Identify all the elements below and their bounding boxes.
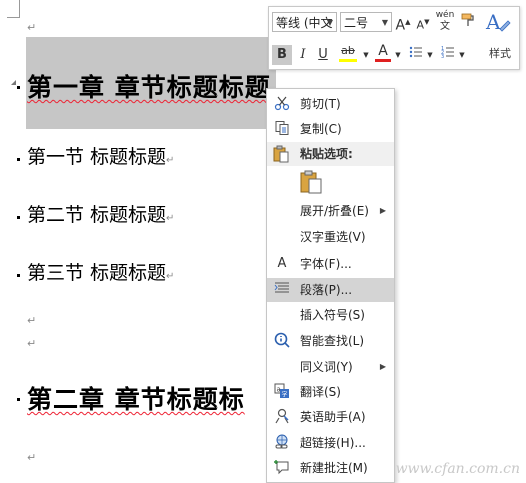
font-color-button[interactable]: A xyxy=(373,43,393,63)
paragraph-icon xyxy=(273,281,291,299)
heading-bullet xyxy=(17,216,20,219)
chapter2-heading[interactable]: 第二章 章节标题标 xyxy=(27,380,245,416)
heading-bullet xyxy=(17,86,20,89)
menu-item-hyperlink[interactable]: 超链接(H)... xyxy=(267,431,394,455)
chapter1-heading[interactable]: 第一章 章节标题标题 xyxy=(27,68,271,104)
copy-icon xyxy=(273,120,291,138)
menu-item-new-comment[interactable]: 新建批注(M) xyxy=(267,456,394,480)
styles-button[interactable]: A xyxy=(482,9,514,43)
styles-icon: A xyxy=(485,10,511,34)
paragraph-mark: ↵ xyxy=(27,337,37,350)
svg-text:3: 3 xyxy=(441,54,444,59)
heading-bullet xyxy=(17,274,20,277)
svg-text:A: A xyxy=(485,10,501,34)
watermark: www.cfan.com.cn xyxy=(395,461,520,477)
underline-button[interactable]: U xyxy=(314,45,332,65)
chevron-down-icon[interactable]: ▼ xyxy=(393,45,403,65)
chevron-down-icon[interactable]: ▼ xyxy=(457,45,467,65)
menu-item-smart-lookup[interactable]: 智能查找(L) xyxy=(267,329,394,353)
hyperlink-icon xyxy=(273,434,291,452)
heading-bullet xyxy=(17,398,20,401)
section1-heading[interactable]: 第一节 标题标题↵ xyxy=(27,142,174,169)
font-icon: A xyxy=(277,256,287,271)
font-name-combo[interactable]: 等线 (中文 ▼ xyxy=(272,12,337,32)
font-color-bar xyxy=(375,59,391,62)
menu-item-english-assistant[interactable]: 英语助手(A) xyxy=(267,405,394,429)
mini-toolbar: 等线 (中文 ▼ 二号 ▼ A▲ A▼ wén 文 A 样式 B I U ab ▼ A… xyxy=(268,6,520,70)
section2-heading[interactable]: 第二节 标题标题↵ xyxy=(27,200,174,227)
smart-lookup-icon xyxy=(273,332,291,350)
section3-heading[interactable]: 第三节 标题标题↵ xyxy=(27,258,174,285)
chevron-down-icon[interactable]: ▼ xyxy=(425,45,435,65)
collapse-triangle-icon[interactable] xyxy=(11,80,16,85)
submenu-arrow-icon: ▶ xyxy=(379,206,386,215)
translate-icon: a字 xyxy=(273,383,291,401)
clipboard-icon xyxy=(300,170,322,194)
paragraph-mark: ↵ xyxy=(27,451,37,464)
bullets-icon[interactable] xyxy=(407,45,425,65)
menu-item-expand-collapse[interactable]: 展开/折叠(E) ▶ xyxy=(267,199,394,223)
font-size-combo[interactable]: 二号 ▼ xyxy=(340,12,392,32)
context-menu: 剪切(T) 复制(C) 粘贴选项: 展开/折叠(E) ▶ 汉字重选(V) A 字… xyxy=(266,88,395,483)
numbering-icon[interactable]: 123 xyxy=(439,45,457,65)
heading-bullet xyxy=(17,158,20,161)
submenu-arrow-icon: ▶ xyxy=(379,362,386,371)
menu-item-reconvert[interactable]: 汉字重选(V) xyxy=(267,225,394,249)
format-painter-icon[interactable] xyxy=(458,12,478,32)
chevron-down-icon[interactable]: ▼ xyxy=(361,45,371,65)
svg-text:字: 字 xyxy=(282,391,288,399)
menu-item-insert-symbol[interactable]: 插入符号(S) xyxy=(267,303,394,327)
document-canvas[interactable]: ↵ 第一章 章节标题标题 第一节 标题标题↵ 第二节 标题标题↵ 第三节 标题标… xyxy=(0,0,526,483)
bold-button[interactable]: B xyxy=(272,45,292,65)
menu-item-synonyms[interactable]: 同义词(Y) ▶ xyxy=(267,355,394,379)
chevron-down-icon: ▼ xyxy=(326,18,333,27)
menu-item-font[interactable]: A 字体(F)... xyxy=(267,252,394,276)
page-corner-mark xyxy=(7,0,20,18)
italic-button[interactable]: I xyxy=(294,45,312,65)
menu-item-cut[interactable]: 剪切(T) xyxy=(267,92,394,116)
menu-item-paragraph[interactable]: 段落(P)... xyxy=(267,278,394,302)
paste-options-header: 粘贴选项: xyxy=(267,142,394,166)
paste-keep-source-button[interactable] xyxy=(298,169,324,195)
scissors-icon xyxy=(273,95,291,113)
paragraph-mark: ↵ xyxy=(27,314,37,327)
phonetic-guide-button[interactable]: wén 文 xyxy=(435,10,455,32)
menu-item-translate[interactable]: a字 翻译(S) xyxy=(267,380,394,404)
menu-item-copy[interactable]: 复制(C) xyxy=(267,117,394,141)
paste-icon xyxy=(273,145,289,171)
grow-font-button[interactable]: A▲ xyxy=(395,12,411,34)
highlight-button[interactable]: ab xyxy=(335,43,361,63)
english-assistant-icon xyxy=(273,408,291,426)
styles-label: 样式 xyxy=(489,47,511,60)
shrink-font-button[interactable]: A▼ xyxy=(415,12,431,32)
new-comment-icon xyxy=(273,459,291,477)
paragraph-mark: ↵ xyxy=(27,21,37,34)
chevron-down-icon: ▼ xyxy=(381,18,388,27)
highlight-color-bar xyxy=(339,59,357,62)
